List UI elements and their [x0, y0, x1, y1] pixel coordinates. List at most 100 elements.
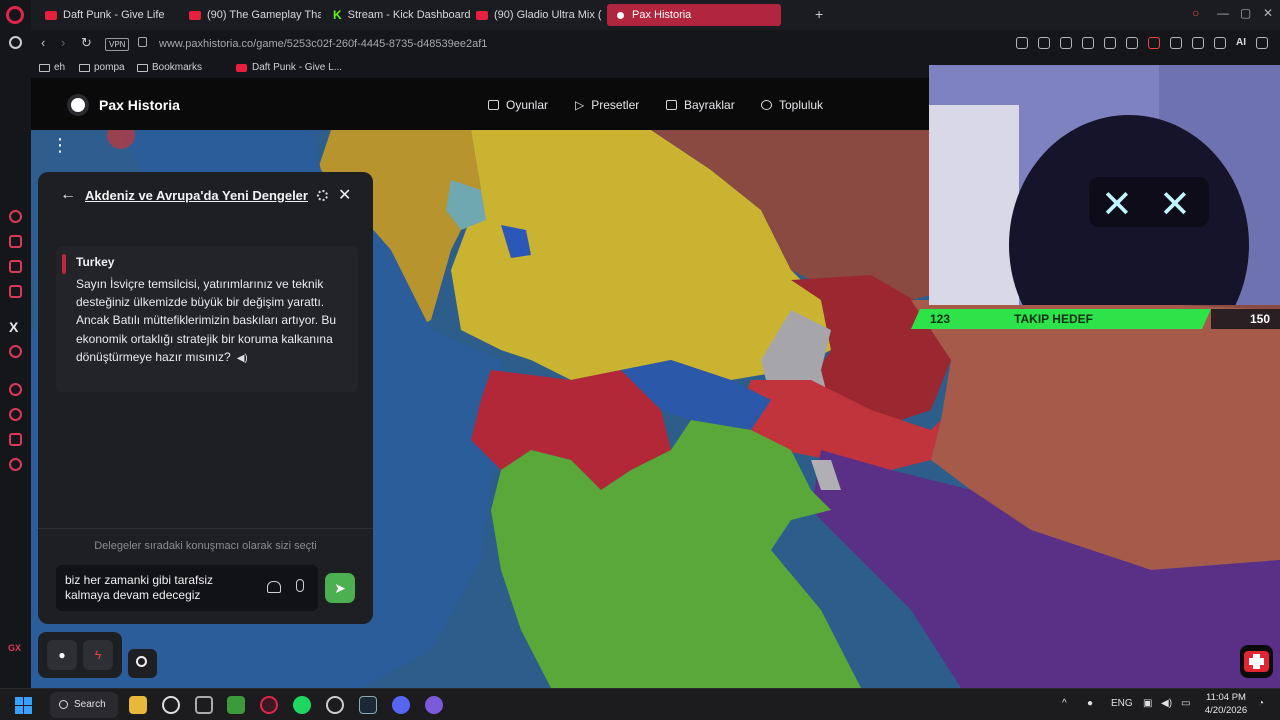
- nav-presetler[interactable]: ▷ Presetler: [575, 98, 639, 112]
- close-icon[interactable]: ✕: [338, 185, 351, 205]
- bookmark-eh[interactable]: eh: [39, 62, 65, 73]
- bookmark-daft-punk[interactable]: Daft Punk - Give L...: [236, 62, 342, 73]
- follow-goal-bar: 123 TAKIP HEDEF 150: [911, 309, 1280, 329]
- crypto-wallet-icon[interactable]: [9, 235, 22, 248]
- battery-icon[interactable]: ▭: [1181, 698, 1190, 709]
- map-menu-icon[interactable]: ⋮: [51, 136, 69, 162]
- globe-logo-icon[interactable]: [67, 94, 89, 116]
- red-cross-icon: [1244, 651, 1269, 672]
- kick-icon: K: [333, 8, 342, 22]
- bookmark-pompa[interactable]: pompa: [79, 62, 125, 73]
- nav-bayraklar[interactable]: Bayraklar: [666, 98, 735, 112]
- bookmark-label: Bookmarks: [152, 62, 203, 73]
- nav-topluluk[interactable]: Topluluk: [761, 98, 823, 112]
- search-tabs-icon[interactable]: ○: [1192, 6, 1199, 20]
- app-icon-2[interactable]: [326, 696, 344, 714]
- close-window-button[interactable]: ✕: [1263, 6, 1273, 20]
- tab-gameplay[interactable]: (90) The Gameplay That R: [181, 4, 321, 26]
- discord-icon[interactable]: [392, 696, 410, 714]
- gx-control-icon[interactable]: GX: [8, 643, 21, 653]
- gear-icon[interactable]: [317, 190, 328, 201]
- aria-icon[interactable]: [9, 210, 22, 223]
- map-search-button[interactable]: [128, 649, 157, 678]
- app-icon[interactable]: [195, 696, 213, 714]
- site-brand[interactable]: Pax Historia: [99, 97, 180, 113]
- steam-icon[interactable]: [359, 696, 377, 714]
- clock-time: 11:04 PM: [1206, 692, 1246, 703]
- conference-title[interactable]: Akdeniz ve Avrupa'da Yeni Dengeler: [85, 188, 308, 203]
- tray-chevron-icon[interactable]: ^: [1062, 698, 1067, 709]
- history-icon[interactable]: [9, 408, 22, 421]
- extensions-icon[interactable]: [9, 433, 22, 446]
- chat-toggle-button[interactable]: ●: [47, 640, 77, 670]
- vpn-badge[interactable]: VPN: [105, 38, 130, 51]
- clock-date: 4/20/2026: [1204, 705, 1248, 716]
- search-icon: [59, 700, 68, 709]
- tab-label: Pax Historia: [632, 9, 692, 21]
- shield-icon[interactable]: [1038, 37, 1050, 49]
- adblock-icon[interactable]: [1148, 37, 1160, 49]
- opera-gx-icon[interactable]: [260, 696, 278, 714]
- tab-gladio[interactable]: (90) Gladio Ultra Mix (: [468, 4, 628, 26]
- speaker-icon[interactable]: ◀): [237, 350, 248, 368]
- obs-icon[interactable]: [162, 696, 180, 714]
- notifications-icon[interactable]: ◔: [1258, 698, 1264, 709]
- download-icon[interactable]: [1214, 37, 1226, 49]
- extensions-icon[interactable]: [1126, 37, 1138, 49]
- hot-tabs-icon[interactable]: [9, 260, 22, 273]
- tab-daft-punk[interactable]: Daft Punk - Give Life Back: [37, 4, 167, 26]
- ai-button[interactable]: AI: [1236, 37, 1246, 49]
- events-button[interactable]: ϟ: [83, 640, 113, 670]
- language-indicator[interactable]: ENG: [1111, 698, 1133, 709]
- svg-text:✕: ✕: [1159, 182, 1191, 226]
- network-icon[interactable]: ▣: [1143, 698, 1152, 709]
- tab-label: Stream - Kick Dashboard: [347, 9, 471, 21]
- menu-icon[interactable]: [1256, 37, 1268, 49]
- url-field[interactable]: www.paxhistoria.co/game/5253c02f-260f-44…: [159, 38, 487, 50]
- translate-icon[interactable]: [1060, 37, 1072, 49]
- snapshot-icon[interactable]: [1016, 37, 1028, 49]
- messenger-icon[interactable]: [9, 285, 22, 298]
- windows-taskbar: Search ^ ● ENG ▣ ◀) ▭ 11:04 PM 4/20/2026 …: [0, 688, 1280, 720]
- youtube-icon: [189, 10, 201, 20]
- vpn-sidebar-icon[interactable]: [9, 345, 22, 358]
- reload-sidebar-icon[interactable]: [9, 36, 22, 49]
- taskbar-search[interactable]: Search: [50, 692, 118, 718]
- youtube-icon: [476, 10, 488, 20]
- back-arrow-icon[interactable]: ←: [60, 186, 76, 204]
- mic-tray-icon[interactable]: ●: [1087, 698, 1093, 709]
- lock-icon[interactable]: [138, 37, 147, 47]
- share-icon[interactable]: [1192, 37, 1204, 49]
- bookmark-bookmarks[interactable]: Bookmarks: [137, 62, 202, 73]
- minecraft-icon[interactable]: [227, 696, 245, 714]
- settings-icon[interactable]: [9, 458, 22, 471]
- reload-icon[interactable]: ↻: [81, 35, 92, 51]
- minimize-button[interactable]: —: [1217, 6, 1229, 20]
- download-icon[interactable]: [1170, 37, 1182, 49]
- file-explorer-icon[interactable]: [129, 696, 147, 714]
- tab-kick[interactable]: K Stream - Kick Dashboard: [325, 4, 485, 26]
- spotify-icon[interactable]: [293, 696, 311, 714]
- player-icon[interactable]: [1082, 37, 1094, 49]
- new-tab-button[interactable]: +: [815, 6, 823, 22]
- windows-start-icon[interactable]: [15, 697, 32, 714]
- tab-pax-historia[interactable]: Pax Historia: [607, 4, 781, 26]
- nav-oyunlar[interactable]: Oyunlar: [488, 98, 548, 112]
- player-icon[interactable]: [9, 383, 22, 396]
- maximize-button[interactable]: ▢: [1240, 6, 1251, 20]
- heart-icon[interactable]: [1104, 37, 1116, 49]
- volume-icon[interactable]: ◀): [1161, 698, 1172, 709]
- delegates-icon[interactable]: [267, 581, 281, 593]
- svg-text:✕: ✕: [1101, 182, 1133, 226]
- app-icon-3[interactable]: [425, 696, 443, 714]
- clock[interactable]: 11:04 PM 4/20/2026: [1204, 691, 1248, 717]
- nav-label: Topluluk: [779, 98, 824, 112]
- microphone-icon[interactable]: [296, 579, 304, 592]
- extension-toolbar: AI: [1016, 37, 1268, 49]
- message-input[interactable]: biz her zamanki gibi tarafsiz kalmaya de…: [56, 565, 318, 611]
- back-icon[interactable]: ‹: [41, 35, 45, 50]
- x-twitter-icon[interactable]: X: [9, 319, 18, 335]
- send-button[interactable]: ➤: [325, 573, 355, 603]
- message-input-value[interactable]: biz her zamanki gibi tarafsiz kalmaya de…: [65, 573, 245, 603]
- forward-icon[interactable]: ›: [61, 35, 65, 50]
